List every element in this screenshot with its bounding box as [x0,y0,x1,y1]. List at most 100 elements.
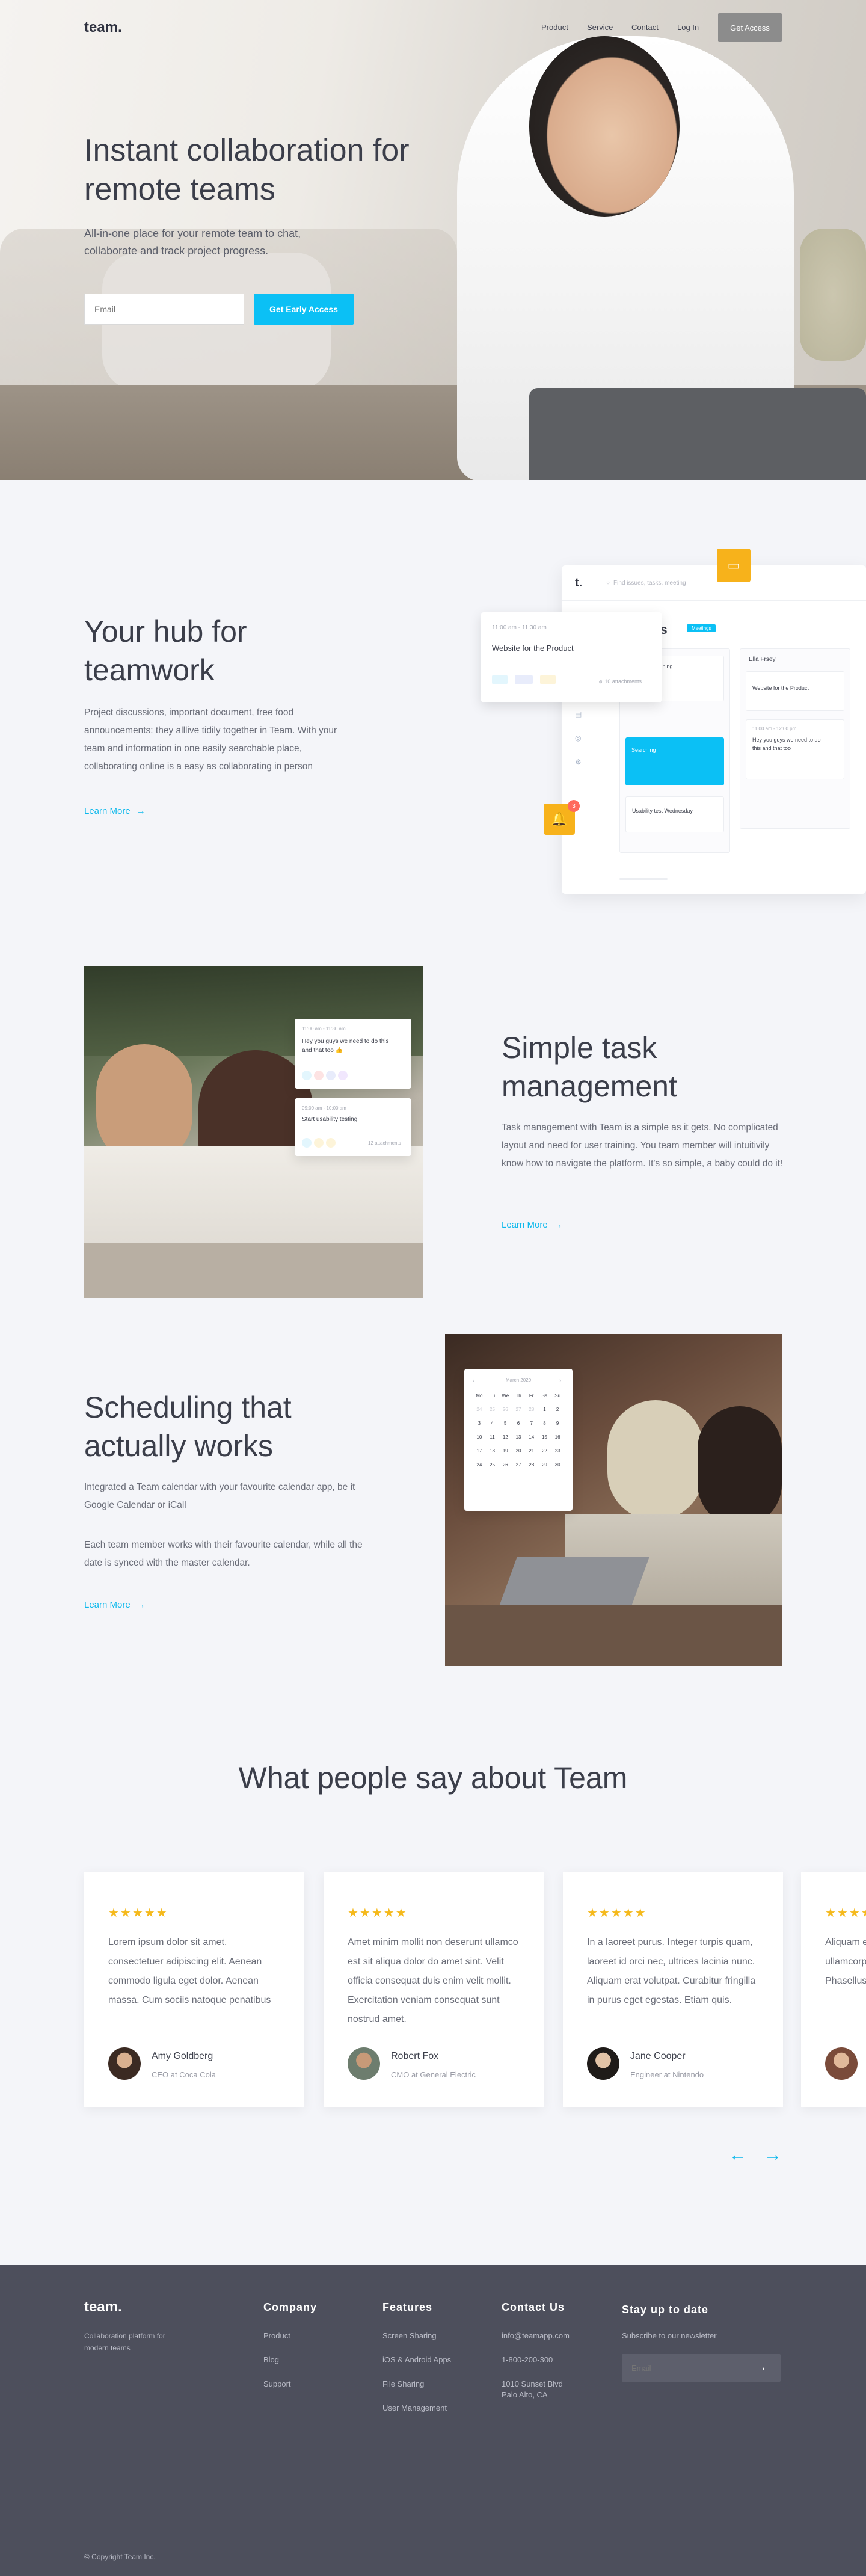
testimonial-text: Lorem ipsum dolor sit amet, consectetuer… [108,1937,271,2005]
avatar [587,2047,619,2080]
calendar-day[interactable]: 13 [512,1434,525,1440]
calendar-widget[interactable]: ‹ March 2020 › Mo Tu We Th Fr Sa Su 24 25… [464,1369,573,1511]
footer-link-file-sharing[interactable]: File Sharing [382,2379,424,2388]
popup-title: Website for the Product [492,644,574,653]
calendar-day[interactable]: 1 [538,1407,551,1412]
calendar-day[interactable]: 26 [499,1462,512,1468]
footer-email-input[interactable] [622,2354,748,2382]
calendar-day[interactable]: 20 [512,1448,525,1454]
schedule-learn-more-link[interactable]: Learn More → [84,1600,146,1610]
calendar-day[interactable]: 7 [525,1421,538,1426]
submit-arrow-icon[interactable]: → [754,2359,767,2375]
footer-link-blog[interactable]: Blog [263,2355,279,2364]
testimonial-card-2: ★★★★★ Amet minim mollit non deserunt ull… [324,1872,544,2107]
hero-title: Instant collaboration for remote teams [84,133,410,207]
avatar [348,2047,380,2080]
board-badge: Meetings [687,624,716,632]
calendar-day[interactable]: 2 [551,1407,564,1412]
hub-learn-more-link[interactable]: Learn More → [84,806,146,816]
calendar-day[interactable]: 9 [551,1421,564,1426]
arrow-right-icon: → [136,1600,146,1610]
calendar-day[interactable]: 15 [538,1434,551,1440]
nav-logo[interactable]: team. [84,19,122,36]
footer-logo[interactable]: team. [84,2299,122,2316]
calendar-day[interactable]: 8 [538,1421,551,1426]
footer-link-user-management[interactable]: User Management [382,2403,447,2412]
calendar-day[interactable]: 30 [551,1462,564,1468]
paperclip-icon: ⌀ [599,678,603,684]
calendar-day[interactable]: 25 [486,1407,499,1412]
footer-contact-email[interactable]: info@teamapp.com [502,2331,570,2340]
calendar-day[interactable]: 23 [551,1448,564,1454]
task-overlay-tags-1 [302,1071,350,1080]
calendar-day[interactable]: 10 [473,1434,486,1440]
nav-link-product[interactable]: Product [541,23,568,32]
calendar-day[interactable]: 14 [525,1434,538,1440]
calendar-icon[interactable]: ▭ [717,549,751,582]
calendar-day[interactable]: 24 [473,1407,486,1412]
hero-email-input[interactable] [84,294,244,325]
task-card-e[interactable]: Usability test Wednesday [625,796,724,832]
calendar-day-header: Th [515,1393,521,1398]
arrow-right-icon[interactable]: → [764,2145,782,2165]
calendar-day[interactable]: 28 [525,1407,538,1412]
calendar-next-icon[interactable]: › [559,1377,561,1383]
task-overlay-card-2[interactable]: 09:00 am - 10:00 am Start usability test… [295,1098,411,1156]
calendar-day[interactable]: 4 [486,1421,499,1426]
calendar-day[interactable]: 29 [538,1462,551,1468]
tasks-learn-more-link[interactable]: Learn More → [502,1220,563,1230]
calendar-day-header: Fr [529,1393,534,1398]
calendar-day-header: Su [554,1393,561,1398]
calendar-day[interactable]: 21 [525,1448,538,1454]
task-card-b[interactable]: Website for the Product [746,671,844,711]
calendar-day[interactable]: 17 [473,1448,486,1454]
nav-link-contact[interactable]: Contact [631,23,659,32]
schedule-photo-table [445,1605,782,1666]
testimonial-card-3: ★★★★★ In a laoreet purus. Integer turpis… [563,1872,783,2107]
settings-icon: ⚙ [575,758,582,766]
tag-chip [338,1071,348,1080]
calendar-day[interactable]: 6 [512,1421,525,1426]
task-overlay-msg-1: Hey you guys we need to do this and that… [302,1038,389,1054]
calendar-day[interactable]: 12 [499,1434,512,1440]
task-card-d[interactable]: Searching [625,737,724,785]
tasks-title: Simple task management [502,1031,677,1103]
calendar-day[interactable]: 24 [473,1462,486,1468]
calendar-day[interactable]: 11 [486,1434,499,1440]
get-early-access-button[interactable]: Get Early Access [254,294,354,325]
app-search: ○ Find issues, tasks, meeting [606,580,686,586]
calendar-day[interactable]: 25 [486,1462,499,1468]
calendar-day[interactable]: 27 [512,1462,525,1468]
hub-popup-card[interactable]: 11:00 am - 11:30 am Website for the Prod… [481,612,662,702]
task-card-c-title: Hey you guys we need to do this and that… [752,737,821,751]
calendar-day[interactable]: 26 [499,1407,512,1412]
footer-link-support[interactable]: Support [263,2379,291,2388]
app-scrollbar[interactable] [619,878,668,880]
calendar-day[interactable]: 5 [499,1421,512,1426]
footer-stay-heading: Stay up to date [622,2304,709,2316]
popup-tag-3 [540,675,556,684]
arrow-left-icon[interactable]: ← [729,2145,747,2165]
footer-contact-heading: Contact Us [502,2301,565,2313]
calendar-day[interactable]: 27 [512,1407,525,1412]
calendar-day-header: We [502,1393,509,1398]
calendar-month: March 2020 [505,1377,532,1383]
calendar-day[interactable]: 16 [551,1434,564,1440]
calendar-day[interactable]: 19 [499,1448,512,1454]
footer-link-apps[interactable]: iOS & Android Apps [382,2355,451,2364]
task-card-c[interactable]: 11:00 am - 12:00 pm Hey you guys we need… [746,719,844,779]
popup-time: 11:00 am - 11:30 am [492,624,547,631]
testimonial-card-1: ★★★★★ Lorem ipsum dolor sit amet, consec… [84,1872,304,2107]
calendar-day[interactable]: 28 [525,1462,538,1468]
calendar-day[interactable]: 3 [473,1421,486,1426]
star-rating: ★★★★★ [108,1907,168,1920]
footer-link-screen-sharing[interactable]: Screen Sharing [382,2331,437,2340]
nav-link-login[interactable]: Log In [677,23,699,32]
get-access-button[interactable]: Get Access [718,13,782,42]
calendar-day[interactable]: 22 [538,1448,551,1454]
testimonial-card-4: ★★★★★ Aliquam erat volutpat. Donec sed u… [801,1872,866,2107]
nav-link-service[interactable]: Service [587,23,613,32]
footer-link-product[interactable]: Product [263,2331,290,2340]
task-overlay-card-1[interactable]: 11:00 am - 11:30 am Hey you guys we need… [295,1019,411,1089]
calendar-day[interactable]: 18 [486,1448,499,1454]
